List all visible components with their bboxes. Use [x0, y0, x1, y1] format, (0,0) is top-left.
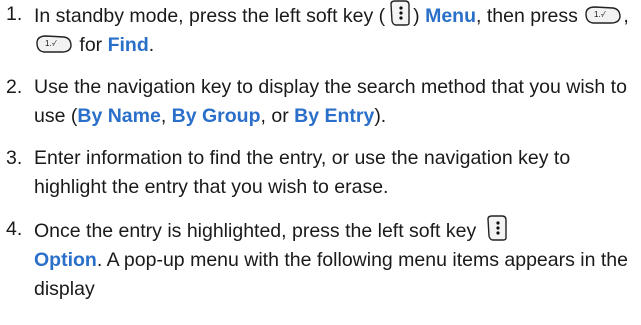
menu-label: Menu — [425, 5, 477, 27]
step-number: 4. — [6, 218, 23, 240]
step-text: ) — [413, 5, 426, 27]
number-1-key-icon: 1.-⁄ — [585, 6, 622, 24]
step-text: for — [74, 34, 108, 56]
key-label: 1.-⁄ — [594, 10, 606, 19]
left-soft-key-icon — [486, 215, 507, 241]
step-2: 2. Use the navigation key to display the… — [6, 73, 636, 131]
find-label: Find — [107, 34, 149, 56]
step-text: , then press — [476, 5, 578, 27]
by-group-label: By Group — [171, 105, 261, 127]
step-number: 2. — [6, 76, 23, 98]
by-name-label: By Name — [77, 105, 161, 127]
key-label: 1.-⁄ — [45, 39, 57, 48]
step-text: , or — [260, 105, 295, 127]
step-text: . A pop-up menu with the following menu … — [34, 249, 628, 300]
step-text: . — [148, 34, 155, 56]
step-text: In standby mode, press the left soft key… — [34, 5, 386, 27]
step-text: , — [623, 5, 629, 27]
left-soft-key-icon — [390, 0, 410, 26]
by-entry-label: By Entry — [294, 105, 375, 127]
step-text: Once the entry is highlighted, press the… — [34, 220, 477, 242]
option-label: Option — [34, 249, 97, 271]
step-number: 3. — [6, 147, 23, 169]
number-1-key-icon: 1.-⁄ — [36, 35, 72, 53]
step-4: 4. Once the entry is highlighted, press … — [6, 215, 636, 304]
step-1: 1. In standby mode, press the left soft … — [6, 0, 636, 60]
step-text: Enter information to find the entry, or … — [34, 147, 571, 198]
step-3: 3. Enter information to find the entry, … — [6, 144, 636, 202]
step-text: , — [160, 105, 172, 127]
step-text: ). — [374, 105, 387, 127]
instruction-list: 1. In standby mode, press the left soft … — [6, 0, 636, 317]
step-number: 1. — [6, 3, 23, 25]
